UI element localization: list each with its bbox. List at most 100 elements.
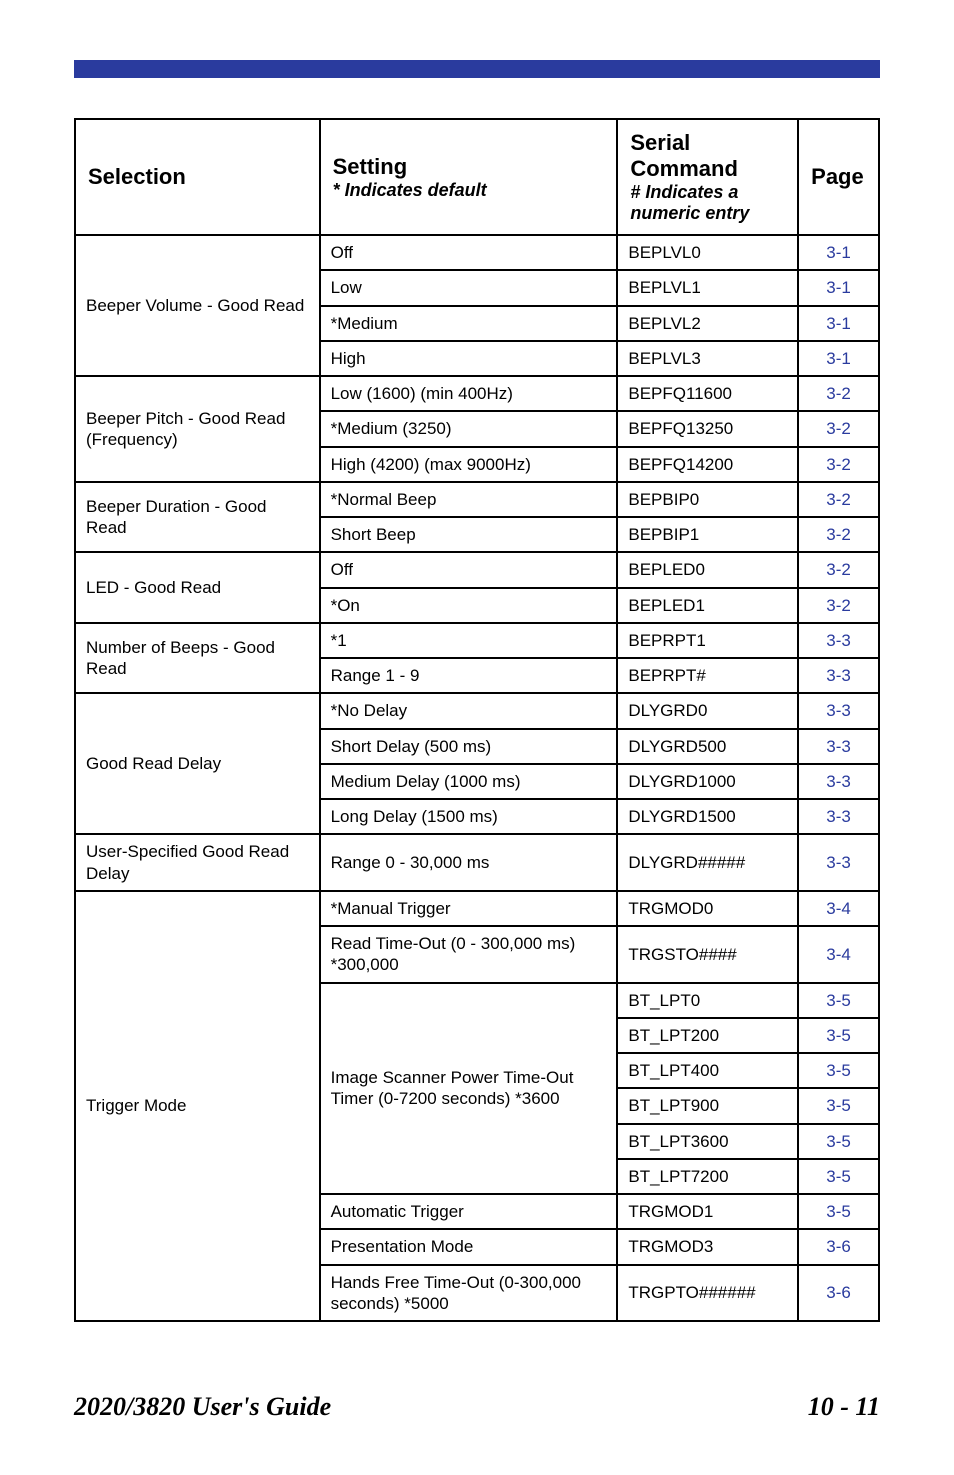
serial-cell: BT_LPT900 [617,1088,798,1123]
page-cell: 3-3 [798,658,879,693]
page-link[interactable]: 3-2 [826,525,851,544]
table-row: Beeper Volume - Good ReadOffBEPLVL03-1 [75,235,879,270]
header-serial-sub: # Indicates a numeric entry [630,182,749,223]
page-link[interactable]: 3-1 [826,314,851,333]
page-link[interactable]: 3-1 [826,243,851,262]
footer-title: 2020/3820 User's Guide [74,1392,331,1422]
page-link[interactable]: 3-2 [826,419,851,438]
page-cell: 3-6 [798,1265,879,1322]
content-area: Selection Setting* Indicates default Ser… [0,78,954,1322]
setting-cell: Range 1 - 9 [320,658,618,693]
header-setting: Setting* Indicates default [320,119,618,235]
page-link[interactable]: 3-2 [826,455,851,474]
table-row: User-Specified Good Read DelayRange 0 - … [75,834,879,891]
setting-cell: Long Delay (1500 ms) [320,799,618,834]
serial-cell: TRGPTO###### [617,1265,798,1322]
page-link[interactable]: 3-2 [826,560,851,579]
page-link[interactable]: 3-1 [826,278,851,297]
page-link[interactable]: 3-4 [826,945,851,964]
page-cell: 3-4 [798,926,879,983]
page-link[interactable]: 3-1 [826,349,851,368]
serial-cell: BEPBIP1 [617,517,798,552]
page-link[interactable]: 3-5 [826,1132,851,1151]
setting-cell: Medium Delay (1000 ms) [320,764,618,799]
page-link[interactable]: 3-5 [826,991,851,1010]
table-row: Beeper Duration - Good Read*Normal BeepB… [75,482,879,517]
settings-table: Selection Setting* Indicates default Ser… [74,118,880,1322]
setting-cell: *Medium (3250) [320,411,618,446]
serial-cell: BEPLVL0 [617,235,798,270]
page-link[interactable]: 3-2 [826,596,851,615]
page-cell: 3-3 [798,834,879,891]
setting-cell: Image Scanner Power Time-Out Timer (0-72… [320,983,618,1195]
setting-cell: *Medium [320,306,618,341]
page-link[interactable]: 3-6 [826,1283,851,1302]
setting-cell: *1 [320,623,618,658]
page-link[interactable]: 3-6 [826,1237,851,1256]
setting-cell: High [320,341,618,376]
page-cell: 3-3 [798,729,879,764]
table-row: Number of Beeps - Good Read*1BEPRPT13-3 [75,623,879,658]
setting-cell: *Manual Trigger [320,891,618,926]
page-link[interactable]: 3-5 [826,1026,851,1045]
setting-cell: Low (1600) (min 400Hz) [320,376,618,411]
serial-cell: BT_LPT0 [617,983,798,1018]
serial-cell: DLYGRD500 [617,729,798,764]
header-selection-label: Selection [88,164,186,189]
table-row: Trigger Mode*Manual TriggerTRGMOD03-4 [75,891,879,926]
page-link[interactable]: 3-5 [826,1096,851,1115]
selection-cell: Beeper Volume - Good Read [75,235,320,376]
page-link[interactable]: 3-3 [826,853,851,872]
page-cell: 3-3 [798,799,879,834]
page-cell: 3-2 [798,482,879,517]
header-setting-sub: * Indicates default [333,180,487,200]
page-link[interactable]: 3-2 [826,384,851,403]
page-link[interactable]: 3-5 [826,1202,851,1221]
page-link[interactable]: 3-3 [826,737,851,756]
setting-cell: Read Time-Out (0 - 300,000 ms) *300,000 [320,926,618,983]
serial-cell: BEPLED0 [617,552,798,587]
page-cell: 3-5 [798,1194,879,1229]
serial-cell: TRGMOD0 [617,891,798,926]
page-cell: 3-1 [798,235,879,270]
page-link[interactable]: 3-3 [826,666,851,685]
serial-cell: BEPLED1 [617,588,798,623]
header-serial-label: Serial Command [630,130,738,181]
serial-cell: BT_LPT200 [617,1018,798,1053]
page-cell: 3-1 [798,270,879,305]
table-header-row: Selection Setting* Indicates default Ser… [75,119,879,235]
serial-cell: DLYGRD1500 [617,799,798,834]
page-cell: 3-5 [798,1088,879,1123]
serial-cell: BT_LPT7200 [617,1159,798,1194]
setting-cell: *On [320,588,618,623]
page-link[interactable]: 3-5 [826,1167,851,1186]
header-serial: Serial Command# Indicates a numeric entr… [617,119,798,235]
page-link[interactable]: 3-3 [826,772,851,791]
setting-cell: High (4200) (max 9000Hz) [320,447,618,482]
serial-cell: BT_LPT400 [617,1053,798,1088]
page-cell: 3-3 [798,764,879,799]
page-link[interactable]: 3-4 [826,899,851,918]
page-link[interactable]: 3-3 [826,701,851,720]
page-link[interactable]: 3-3 [826,807,851,826]
page-link[interactable]: 3-2 [826,490,851,509]
page-link[interactable]: 3-3 [826,631,851,650]
serial-cell: BEPFQ14200 [617,447,798,482]
page-link[interactable]: 3-5 [826,1061,851,1080]
page-footer: 2020/3820 User's Guide 10 - 11 [0,1322,954,1462]
page-cell: 3-5 [798,1018,879,1053]
serial-cell: DLYGRD1000 [617,764,798,799]
setting-cell: Hands Free Time-Out (0-300,000 seconds) … [320,1265,618,1322]
setting-cell: *No Delay [320,693,618,728]
serial-cell: BEPRPT1 [617,623,798,658]
serial-cell: BEPBIP0 [617,482,798,517]
table-row: Beeper Pitch - Good Read (Frequency)Low … [75,376,879,411]
table-body: Beeper Volume - Good ReadOffBEPLVL03-1Lo… [75,235,879,1321]
setting-cell: Short Delay (500 ms) [320,729,618,764]
serial-cell: DLYGRD0 [617,693,798,728]
serial-cell: DLYGRD##### [617,834,798,891]
serial-cell: BT_LPT3600 [617,1124,798,1159]
header-setting-label: Setting [333,154,408,179]
setting-cell: Automatic Trigger [320,1194,618,1229]
page-cell: 3-2 [798,447,879,482]
